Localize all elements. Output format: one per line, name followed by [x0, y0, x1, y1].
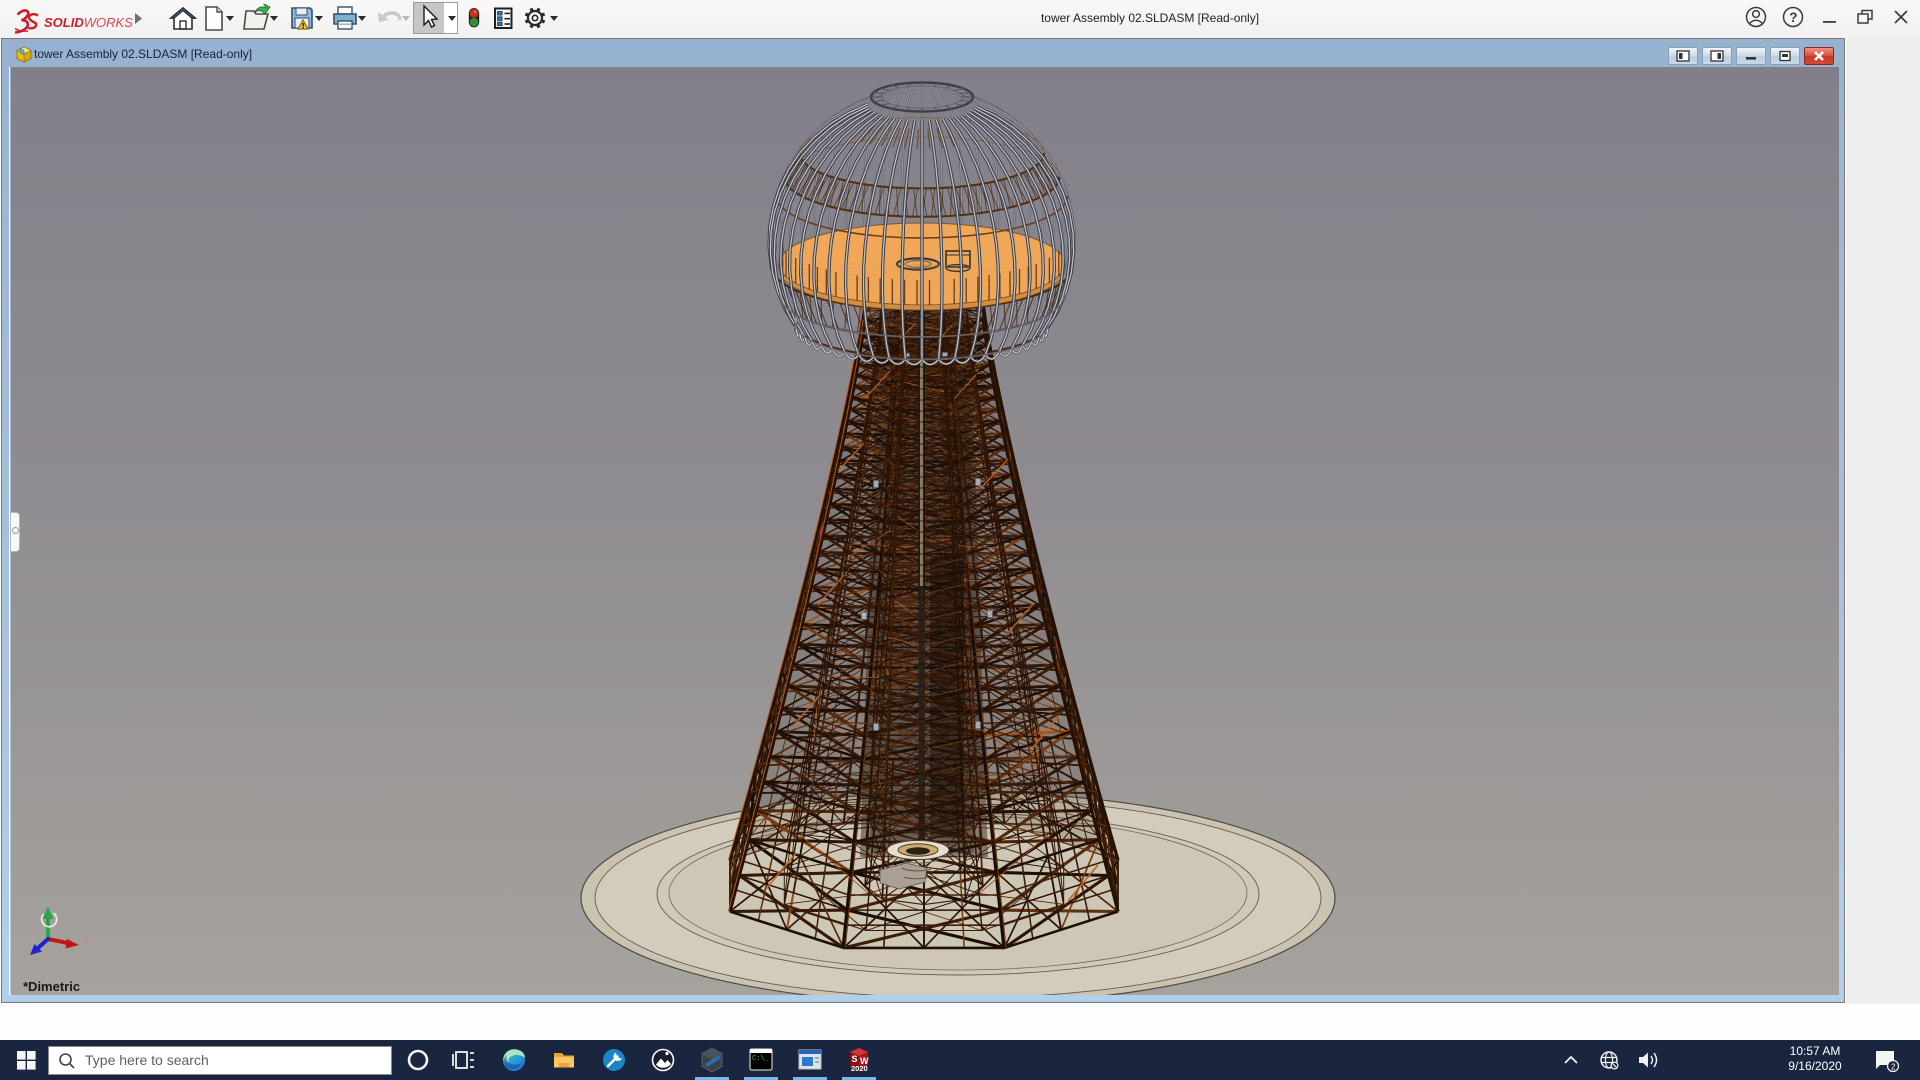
svg-text:x: x — [82, 933, 88, 945]
svg-text:S: S — [852, 1054, 858, 1064]
svg-text:2: 2 — [1891, 1063, 1896, 1072]
svg-text:2020: 2020 — [851, 1064, 868, 1073]
svg-text:SOLIDWORKS: SOLIDWORKS — [44, 15, 133, 30]
svg-text:C:\_: C:\_ — [752, 1055, 770, 1063]
svg-text:*Dimetric: *Dimetric — [23, 979, 80, 994]
svg-text:y: y — [41, 896, 47, 908]
svg-text:?: ? — [1789, 10, 1797, 25]
